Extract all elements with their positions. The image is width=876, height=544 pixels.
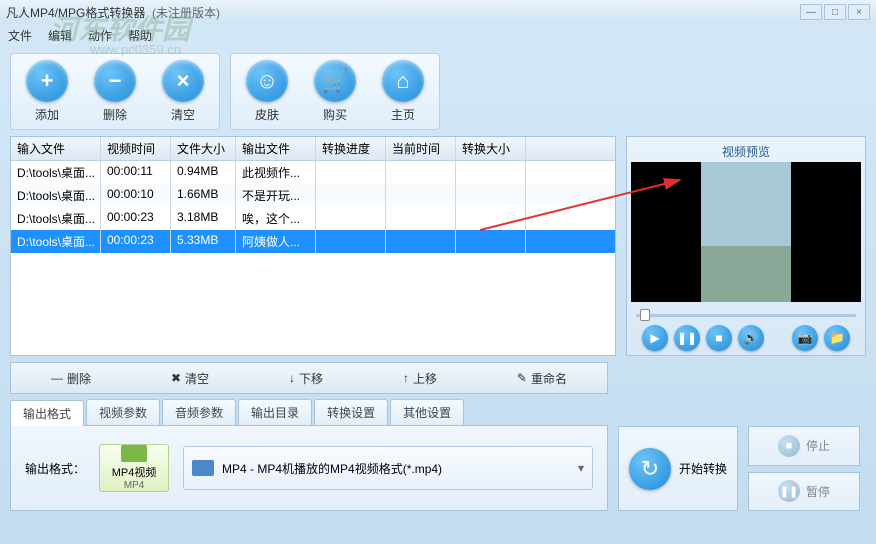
format-icon-button[interactable]: MP4视频 MP4 — [99, 444, 169, 492]
add-button[interactable]: +添加 — [17, 60, 77, 123]
clear-button[interactable]: ×清空 — [153, 60, 213, 123]
list-operations: —删除 ✖清空 ↓下移 ↑上移 ✎重命名 — [10, 362, 608, 394]
stop-convert-button[interactable]: ■停止 — [748, 426, 860, 466]
arrow-up-icon: ↑ — [403, 371, 409, 385]
play-button[interactable]: ▶ — [642, 325, 668, 351]
rename-icon: ✎ — [517, 371, 527, 385]
table-row[interactable]: D:\tools\桌面...00:00:233.18MB唉，这个... — [11, 207, 615, 230]
tab-5[interactable]: 其他设置 — [390, 399, 464, 425]
pause-button[interactable]: ❚❚ — [674, 325, 700, 351]
app-title: 凡人MP4/MPG格式转换器 — [6, 6, 145, 20]
pause-icon: ❚❚ — [778, 480, 800, 502]
file-table: 输入文件视频时间文件大小输出文件转换进度当前时间转换大小 D:\tools\桌面… — [10, 136, 616, 356]
format-dropdown[interactable]: MP4 - MP4机播放的MP4视频格式(*.mp4) ▾ — [183, 446, 593, 490]
snapshot-button[interactable]: 📷 — [792, 325, 818, 351]
minus-icon: − — [94, 60, 136, 102]
skin-button[interactable]: ☺皮肤 — [237, 60, 297, 123]
list-rename[interactable]: ✎重命名 — [517, 370, 567, 387]
list-clear[interactable]: ✖清空 — [171, 370, 209, 387]
preview-title: 视频预览 — [720, 141, 772, 162]
smile-icon: ☺ — [246, 60, 288, 102]
settings-tabs: 输出格式视频参数音频参数输出目录转换设置其他设置 — [10, 400, 608, 426]
unregistered-label: (未注册版本) — [152, 6, 220, 20]
menu-edit[interactable]: 编辑 — [48, 27, 72, 44]
minus-icon: — — [51, 371, 63, 385]
output-format-label: 输出格式： — [25, 460, 85, 477]
col-header[interactable]: 文件大小 — [171, 137, 236, 160]
tab-4[interactable]: 转换设置 — [314, 399, 388, 425]
col-header[interactable]: 视频时间 — [101, 137, 171, 160]
stop-icon: ■ — [778, 435, 800, 457]
tab-2[interactable]: 音频参数 — [162, 399, 236, 425]
buy-button[interactable]: 🛒购买 — [305, 60, 365, 123]
tab-3[interactable]: 输出目录 — [238, 399, 312, 425]
output-panel: 输出格式： MP4视频 MP4 MP4 - MP4机播放的MP4视频格式(*.m… — [10, 426, 608, 511]
menu-action[interactable]: 动作 — [88, 27, 112, 44]
close-button[interactable]: × — [848, 4, 870, 20]
table-header: 输入文件视频时间文件大小输出文件转换进度当前时间转换大小 — [11, 137, 615, 161]
format-small-icon — [192, 460, 214, 476]
home-icon: ⌂ — [382, 60, 424, 102]
table-body[interactable]: D:\tools\桌面...00:00:110.94MB此视频作...D:\to… — [11, 161, 615, 355]
volume-button[interactable]: 🔊 — [738, 325, 764, 351]
convert-icon: ↻ — [629, 448, 671, 490]
tab-0[interactable]: 输出格式 — [10, 400, 84, 426]
col-header[interactable]: 当前时间 — [386, 137, 456, 160]
list-delete[interactable]: —删除 — [51, 370, 91, 387]
col-header[interactable]: 输出文件 — [236, 137, 316, 160]
x-icon: × — [162, 60, 204, 102]
maximize-button[interactable]: □ — [824, 4, 846, 20]
cart-icon: 🛒 — [314, 60, 356, 102]
table-row[interactable]: D:\tools\桌面...00:00:101.66MB不是开玩... — [11, 184, 615, 207]
list-movedown[interactable]: ↓下移 — [289, 370, 323, 387]
pause-convert-button[interactable]: ❚❚暂停 — [748, 472, 860, 512]
chevron-down-icon: ▾ — [578, 461, 584, 475]
table-row[interactable]: D:\tools\桌面...00:00:110.94MB此视频作... — [11, 161, 615, 184]
table-row[interactable]: D:\tools\桌面...00:00:235.33MB阿姨做人... — [11, 230, 615, 253]
mp4-icon — [121, 445, 147, 462]
delete-button[interactable]: −删除 — [85, 60, 145, 123]
start-convert-button[interactable]: ↻ 开始转换 — [618, 426, 738, 511]
x-icon: ✖ — [171, 371, 181, 385]
menu-file[interactable]: 文件 — [8, 27, 32, 44]
open-button[interactable]: 📁 — [824, 325, 850, 351]
video-preview[interactable] — [631, 162, 861, 302]
minimize-button[interactable]: — — [800, 4, 822, 20]
arrow-down-icon: ↓ — [289, 371, 295, 385]
preview-frame — [701, 162, 791, 302]
plus-icon: + — [26, 60, 68, 102]
preview-panel: 视频预览 ▶ ❚❚ ■ 🔊 📷 📁 — [626, 136, 866, 356]
menu-help[interactable]: 帮助 — [128, 27, 152, 44]
col-header[interactable]: 转换进度 — [316, 137, 386, 160]
col-header[interactable]: 转换大小 — [456, 137, 526, 160]
tab-1[interactable]: 视频参数 — [86, 399, 160, 425]
col-header[interactable]: 输入文件 — [11, 137, 101, 160]
seek-slider[interactable] — [636, 308, 856, 319]
list-moveup[interactable]: ↑上移 — [403, 370, 437, 387]
stop-button[interactable]: ■ — [706, 325, 732, 351]
home-button[interactable]: ⌂主页 — [373, 60, 433, 123]
